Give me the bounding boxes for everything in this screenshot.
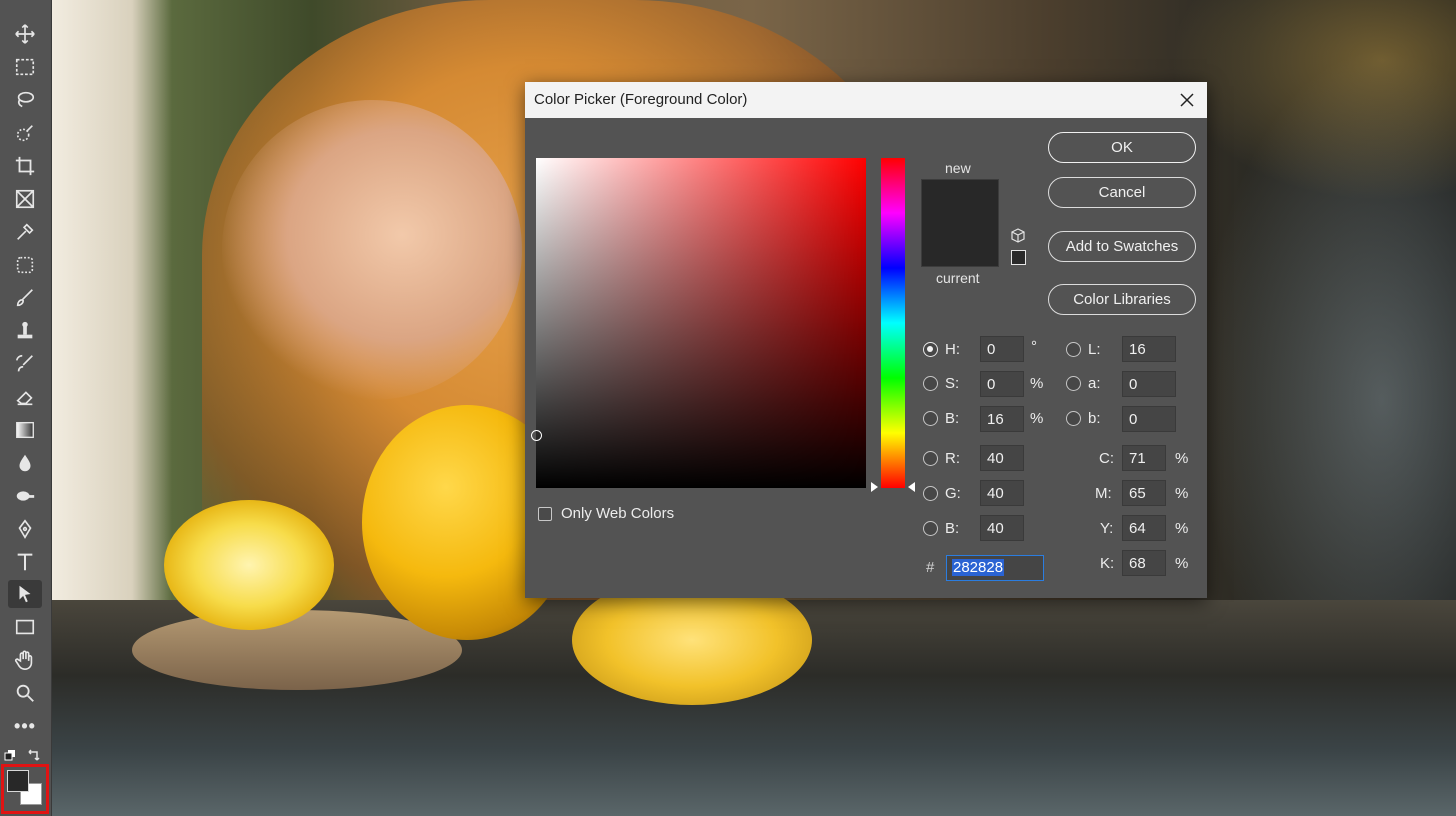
photo-lemon-half (164, 500, 334, 630)
cyan-unit: % (1175, 450, 1189, 467)
magenta-label: M: (1095, 485, 1112, 502)
black-field[interactable]: 68 (1122, 550, 1166, 576)
hex-value-selected: 282828 (952, 559, 1005, 576)
add-to-swatches-button[interactable]: Add to Swatches (1048, 231, 1196, 262)
black-label: K: (1100, 555, 1115, 572)
cyan-label: C: (1099, 450, 1114, 467)
only-web-colors-label: Only Web Colors (561, 505, 675, 522)
color-swap-controls (4, 748, 44, 764)
only-web-colors-checkbox[interactable] (538, 507, 552, 521)
rectangle-tool-icon[interactable] (8, 613, 42, 641)
cube-icon[interactable] (1010, 228, 1026, 244)
cyan-field[interactable]: 71 (1122, 445, 1166, 471)
magenta-unit: % (1175, 485, 1189, 502)
saturation-radio[interactable] (923, 376, 938, 391)
yellow-field[interactable]: 64 (1122, 515, 1166, 541)
gradient-tool-icon[interactable] (8, 416, 42, 444)
lab-a-radio[interactable] (1066, 376, 1081, 391)
yellow-unit: % (1175, 520, 1189, 537)
lab-a-label: a: (1088, 375, 1101, 392)
marquee-tool-icon[interactable] (8, 53, 42, 81)
green-label: G: (945, 485, 961, 502)
hue-label: H: (945, 341, 960, 358)
dodge-tool-icon[interactable] (8, 482, 42, 510)
saturation-label: S: (945, 375, 960, 392)
pen-tool-icon[interactable] (8, 515, 42, 543)
photo-hand (222, 100, 522, 400)
brightness-radio[interactable] (923, 411, 938, 426)
new-color-label: new (945, 160, 971, 176)
color-preview-swatch[interactable] (921, 179, 999, 267)
frame-tool-icon[interactable] (8, 185, 42, 213)
clone-stamp-tool-icon[interactable] (8, 317, 42, 345)
green-field[interactable]: 40 (980, 480, 1024, 506)
color-libraries-button[interactable]: Color Libraries (1048, 284, 1196, 315)
ok-button[interactable]: OK (1048, 132, 1196, 163)
blur-tool-icon[interactable] (8, 449, 42, 477)
lab-l-field[interactable]: 16 (1122, 336, 1176, 362)
blue-field[interactable]: 40 (980, 515, 1024, 541)
hue-radio[interactable] (923, 342, 938, 357)
tools-panel: ••• (0, 0, 52, 816)
lab-a-field[interactable]: 0 (1122, 371, 1176, 397)
quick-selection-tool-icon[interactable] (8, 119, 42, 147)
cancel-button[interactable]: Cancel (1048, 177, 1196, 208)
move-tool-icon[interactable] (8, 20, 42, 48)
type-tool-icon[interactable] (8, 548, 42, 576)
brightness-label: B: (945, 410, 960, 427)
crop-tool-icon[interactable] (8, 152, 42, 180)
red-radio[interactable] (923, 451, 938, 466)
lab-b-radio[interactable] (1066, 411, 1081, 426)
yellow-label: Y: (1100, 520, 1114, 537)
color-picker-dialog: Color Picker (Foreground Color) Only Web… (525, 82, 1207, 598)
eraser-tool-icon[interactable] (8, 383, 42, 411)
hue-slider[interactable] (881, 158, 905, 488)
hue-unit: ° (1031, 338, 1037, 355)
close-button[interactable] (1167, 82, 1207, 118)
history-brush-tool-icon[interactable] (8, 350, 42, 378)
eyedropper-tool-icon[interactable] (8, 218, 42, 246)
hue-slider-handle-left[interactable] (871, 482, 878, 492)
hue-slider-handle-right[interactable] (908, 482, 915, 492)
color-field-cursor[interactable] (531, 430, 542, 441)
dialog-titlebar[interactable]: Color Picker (Foreground Color) (525, 82, 1207, 118)
black-unit: % (1175, 555, 1189, 572)
lab-b-field[interactable]: 0 (1122, 406, 1176, 432)
lab-l-radio[interactable] (1066, 342, 1081, 357)
saturation-field[interactable]: 0 (980, 371, 1024, 397)
more-tools-button[interactable]: ••• (8, 714, 42, 738)
lab-b-label: b: (1088, 410, 1101, 427)
magenta-field[interactable]: 65 (1122, 480, 1166, 506)
web-safe-color-icon[interactable] (1011, 250, 1026, 265)
spot-healing-tool-icon[interactable] (8, 251, 42, 279)
zoom-tool-icon[interactable] (8, 679, 42, 707)
foreground-background-swatches[interactable] (1, 764, 49, 814)
lasso-tool-icon[interactable] (8, 86, 42, 114)
path-selection-tool-icon[interactable] (8, 580, 42, 608)
brightness-field[interactable]: 16 (980, 406, 1024, 432)
saturation-unit: % (1030, 375, 1044, 392)
red-label: R: (945, 450, 960, 467)
close-icon (1180, 93, 1194, 107)
red-field[interactable]: 40 (980, 445, 1024, 471)
hex-input[interactable]: 282828 (946, 555, 1044, 581)
swap-colors-icon[interactable] (26, 748, 42, 764)
saturation-brightness-field[interactable] (531, 158, 866, 488)
green-radio[interactable] (923, 486, 938, 501)
current-color-label: current (936, 270, 980, 286)
brightness-unit: % (1030, 410, 1044, 427)
hand-tool-icon[interactable] (8, 646, 42, 674)
blue-label: B: (945, 520, 960, 537)
hue-field[interactable]: 0 (980, 336, 1024, 362)
foreground-color-swatch[interactable] (7, 770, 29, 792)
brush-tool-icon[interactable] (8, 284, 42, 312)
dialog-title: Color Picker (Foreground Color) (534, 91, 748, 108)
lab-l-label: L: (1088, 341, 1101, 358)
blue-radio[interactable] (923, 521, 938, 536)
hex-hash-label: # (926, 559, 935, 576)
